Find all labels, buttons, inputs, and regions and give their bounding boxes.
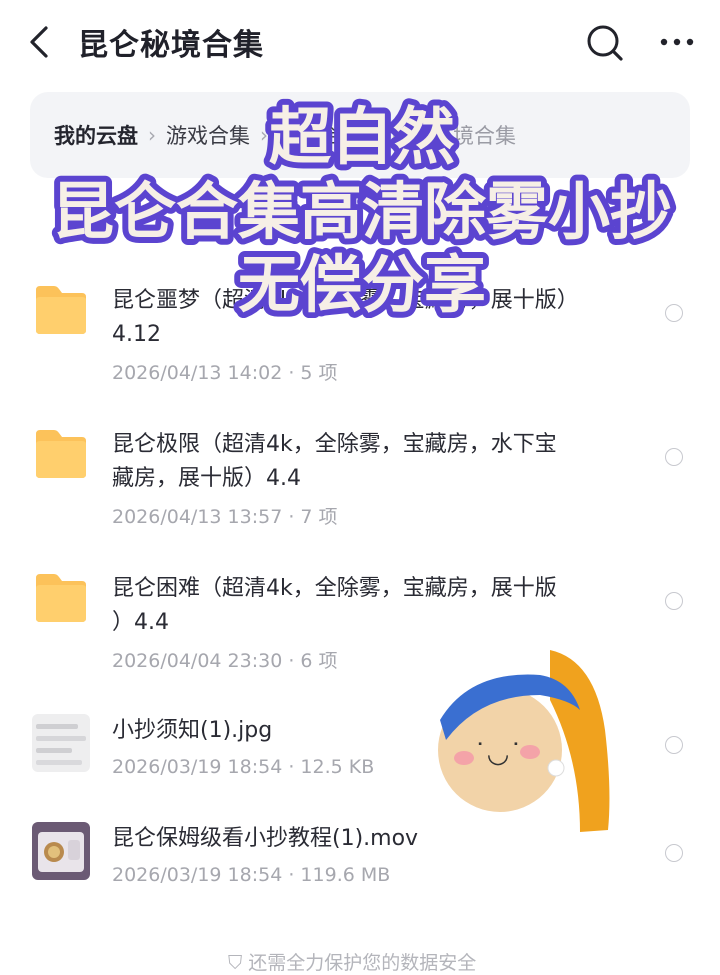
- list-item[interactable]: 昆仑噩梦（超清4k，全除雾，宝藏房，展十版） 4.12 2026/04/13 1…: [0, 270, 720, 390]
- overlay-line-2: 昆仑合集高清除雾小抄: [52, 175, 672, 248]
- select-radio[interactable]: [665, 736, 683, 754]
- breadcrumb: 我的云盘 › 游戏合集 › 秘境合集 › 昆仑秘境合集: [30, 92, 690, 178]
- back-button[interactable]: [24, 22, 60, 62]
- file-name: 昆仑困难（超清4k，全除雾，宝藏房，展十版 ）4.4: [112, 576, 557, 635]
- breadcrumb-separator: ›: [260, 123, 268, 147]
- file-meta: 2026/04/13 13:57 · 7 项: [112, 506, 338, 528]
- chevron-left-icon: [30, 26, 48, 58]
- folder-icon: [36, 574, 86, 622]
- shield-icon: ⛉: [228, 952, 249, 974]
- file-meta: 2026/03/19 18:54 · 119.6 MB: [112, 864, 391, 886]
- breadcrumb-separator: ›: [372, 123, 380, 147]
- breadcrumb-separator: ›: [148, 123, 156, 147]
- breadcrumb-current: 昆仑秘境合集: [390, 124, 516, 148]
- search-button[interactable]: [584, 22, 626, 64]
- breadcrumb-root[interactable]: 我的云盘: [54, 120, 138, 150]
- image-thumbnail: [32, 714, 90, 772]
- video-thumbnail: [32, 822, 90, 880]
- breadcrumb-games[interactable]: 游戏合集: [166, 120, 250, 150]
- footer-security-note: ⛉ 还需全力保护您的数据安全: [228, 952, 477, 974]
- search-icon: [587, 25, 623, 61]
- file-name: 昆仑噩梦（超清4k，全除雾，宝藏房，展十版） 4.12: [112, 288, 579, 347]
- svg-text:˙◡˙: ˙◡˙: [474, 739, 523, 769]
- select-radio[interactable]: [665, 592, 683, 610]
- folder-icon: [36, 286, 86, 334]
- more-button[interactable]: [656, 26, 700, 58]
- list-item[interactable]: 昆仑极限（超清4k，全除雾，宝藏房，水下宝 藏房，展十版）4.4 2026/04…: [0, 414, 720, 534]
- page-title: 昆仑秘境合集: [78, 28, 264, 63]
- select-radio[interactable]: [665, 448, 683, 466]
- file-meta: 2026/04/13 14:02 · 5 项: [112, 362, 338, 384]
- file-name: 昆仑极限（超清4k，全除雾，宝藏房，水下宝 藏房，展十版）4.4: [112, 432, 557, 491]
- breadcrumb-realm[interactable]: 秘境合集: [278, 120, 362, 150]
- select-radio[interactable]: [665, 304, 683, 322]
- folder-icon: [36, 430, 86, 478]
- sticker-image: ˙◡˙: [438, 650, 610, 832]
- more-dots-icon: [660, 38, 694, 46]
- select-radio[interactable]: [665, 844, 683, 862]
- top-bar: 昆仑秘境合集: [0, 0, 720, 86]
- file-meta: 2026/03/19 18:54 · 12.5 KB: [112, 756, 375, 778]
- file-meta: 2026/04/04 23:30 · 6 项: [112, 650, 338, 672]
